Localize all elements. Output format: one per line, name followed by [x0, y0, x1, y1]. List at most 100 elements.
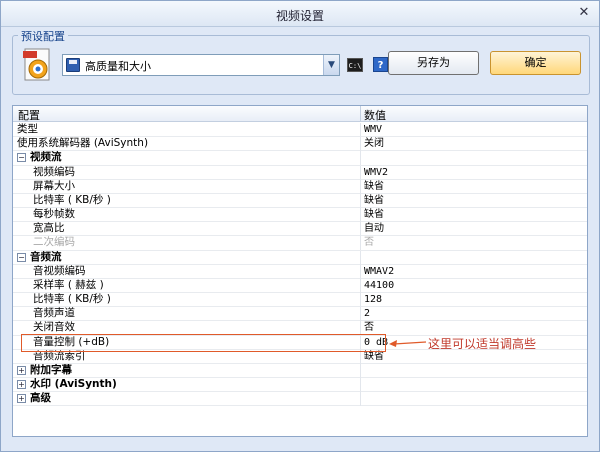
property-name: 比特率 ( KB/秒 ) — [33, 293, 111, 307]
column-divider — [360, 264, 361, 279]
property-name: 音频声道 — [33, 307, 75, 321]
header-divider[interactable] — [360, 106, 361, 122]
property-row[interactable]: 比特率 ( KB/秒 ) 缺省 — [13, 193, 587, 209]
category-row[interactable]: − 音频流 — [13, 250, 587, 265]
column-divider — [360, 222, 361, 237]
expand-icon[interactable]: + — [17, 365, 26, 375]
property-value[interactable]: WMAV2 — [364, 265, 394, 279]
close-icon: ✕ — [578, 5, 590, 20]
property-row[interactable]: 音视频编码 WMAV2 — [13, 264, 587, 279]
property-name: 视频编码 — [33, 166, 75, 180]
column-divider — [360, 250, 361, 265]
property-label: 附加字幕 — [30, 363, 72, 376]
grid-header: 配置 数值 — [13, 106, 587, 122]
property-value[interactable]: WMV2 — [364, 166, 388, 180]
property-name: + 水印 (AviSynth) — [17, 378, 117, 392]
column-divider — [360, 378, 361, 393]
collapse-icon[interactable]: − — [17, 252, 26, 262]
property-label: 关闭音效 — [33, 321, 75, 334]
property-label: 每秒帧数 — [33, 208, 75, 221]
property-name: 二次编码 — [33, 236, 75, 250]
column-divider — [360, 278, 361, 293]
property-row[interactable]: 屏幕大小 缺省 — [13, 179, 587, 194]
property-value[interactable]: 44100 — [364, 279, 394, 293]
column-divider — [360, 137, 361, 152]
property-value[interactable]: 2 — [364, 307, 370, 321]
wmv-format-icon — [23, 48, 50, 81]
property-label: 屏幕大小 — [33, 179, 75, 192]
annotation-arrow-icon — [389, 340, 427, 347]
preset-selected-value: 高质量和大小 — [85, 60, 151, 73]
column-divider — [360, 208, 361, 223]
close-button[interactable]: ✕ — [575, 5, 593, 21]
property-value[interactable]: 缺省 — [364, 208, 384, 222]
column-divider — [360, 392, 361, 407]
ok-button[interactable]: 确定 — [490, 51, 581, 75]
property-label: 类型 — [17, 123, 38, 135]
save-as-button[interactable]: 另存为 — [388, 51, 479, 75]
command-prompt-icon[interactable]: C:\ — [347, 58, 363, 72]
property-name: + 高级 — [17, 392, 51, 406]
property-row[interactable]: 宽高比 自动 — [13, 222, 587, 237]
category-row[interactable]: + 高级 — [13, 392, 587, 407]
property-value[interactable]: 否 — [364, 236, 374, 250]
category-row[interactable]: + 附加字幕 — [13, 363, 587, 379]
property-row[interactable]: 比特率 ( KB/秒 ) 128 — [13, 293, 587, 308]
expand-icon[interactable]: + — [17, 380, 26, 390]
property-name: 每秒帧数 — [33, 208, 75, 222]
help-icon[interactable]: ? — [373, 57, 388, 72]
property-value[interactable]: 128 — [364, 293, 382, 307]
property-value[interactable]: 自动 — [364, 222, 384, 236]
property-label: 视频流 — [30, 151, 62, 164]
property-label: 音频流 — [30, 250, 62, 263]
property-name: − 音频流 — [17, 251, 62, 265]
property-name: 宽高比 — [33, 222, 65, 236]
category-row[interactable]: − 视频流 — [13, 151, 587, 166]
property-label: 水印 (AviSynth) — [30, 378, 117, 391]
property-value[interactable]: 缺省 — [364, 194, 384, 208]
property-name: 使用系统解码器 (AviSynth) — [17, 137, 148, 151]
property-row[interactable]: 音频声道 2 — [13, 307, 587, 322]
column-divider — [360, 165, 361, 180]
title-bar: 视频设置 ✕ — [1, 1, 599, 27]
volume-highlight-box — [21, 334, 386, 352]
property-row[interactable]: 视频编码 WMV2 — [13, 165, 587, 180]
property-name: 类型 — [17, 123, 38, 137]
property-name: − 视频流 — [17, 151, 62, 165]
property-row[interactable]: 使用系统解码器 (AviSynth) 关闭 — [13, 137, 587, 152]
property-name: 采样率 ( 赫兹 ) — [33, 279, 104, 293]
save-disk-icon — [66, 58, 80, 72]
grid-rows: 类型 WMV 使用系统解码器 (AviSynth) 关闭 − 视频流 视频编码 WMV2 屏幕大… — [13, 123, 587, 407]
column-divider — [360, 179, 361, 194]
property-label: 使用系统解码器 (AviSynth) — [17, 137, 149, 150]
column-divider — [360, 363, 361, 378]
property-value[interactable]: WMV — [364, 123, 382, 137]
property-value[interactable]: 关闭 — [364, 137, 384, 151]
property-row[interactable]: 二次编码 否 — [13, 236, 587, 251]
property-label: 比特率 ( KB/秒 ) — [33, 293, 111, 306]
property-row[interactable]: 采样率 ( 赫兹 ) 44100 — [13, 278, 587, 294]
annotation-text: 这里可以适当调高些 — [428, 337, 537, 351]
property-label: 高级 — [30, 392, 51, 405]
property-grid: 配置 数值 类型 WMV 使用系统解码器 (AviSynth) 关闭 − 视频流 视频编码 W… — [12, 105, 588, 437]
property-label: 视频编码 — [33, 165, 75, 178]
expand-icon[interactable]: + — [17, 394, 26, 404]
preset-dropdown[interactable]: 高质量和大小 ▼ — [62, 54, 340, 76]
property-row[interactable]: 类型 WMV — [13, 123, 587, 138]
property-name: 音视频编码 — [33, 265, 86, 279]
preset-group-legend: 预设配置 — [18, 28, 68, 44]
column-divider — [360, 293, 361, 308]
chevron-down-icon[interactable]: ▼ — [323, 55, 339, 75]
category-row[interactable]: + 水印 (AviSynth) — [13, 378, 587, 393]
video-settings-window: 视频设置 ✕ 预设配置 高质量和大小 ▼ C:\ ? 另存为 确定 配置 数值 … — [0, 0, 600, 452]
property-row[interactable]: 每秒帧数 缺省 — [13, 208, 587, 223]
property-label: 音频声道 — [33, 307, 75, 320]
column-divider — [360, 123, 361, 137]
property-name: 屏幕大小 — [33, 180, 75, 194]
property-label: 比特率 ( KB/秒 ) — [33, 193, 111, 206]
property-value[interactable]: 缺省 — [364, 180, 384, 194]
column-divider — [360, 236, 361, 251]
property-name: + 附加字幕 — [17, 364, 72, 378]
header-value: 数值 — [364, 109, 386, 122]
collapse-icon[interactable]: − — [17, 153, 26, 163]
